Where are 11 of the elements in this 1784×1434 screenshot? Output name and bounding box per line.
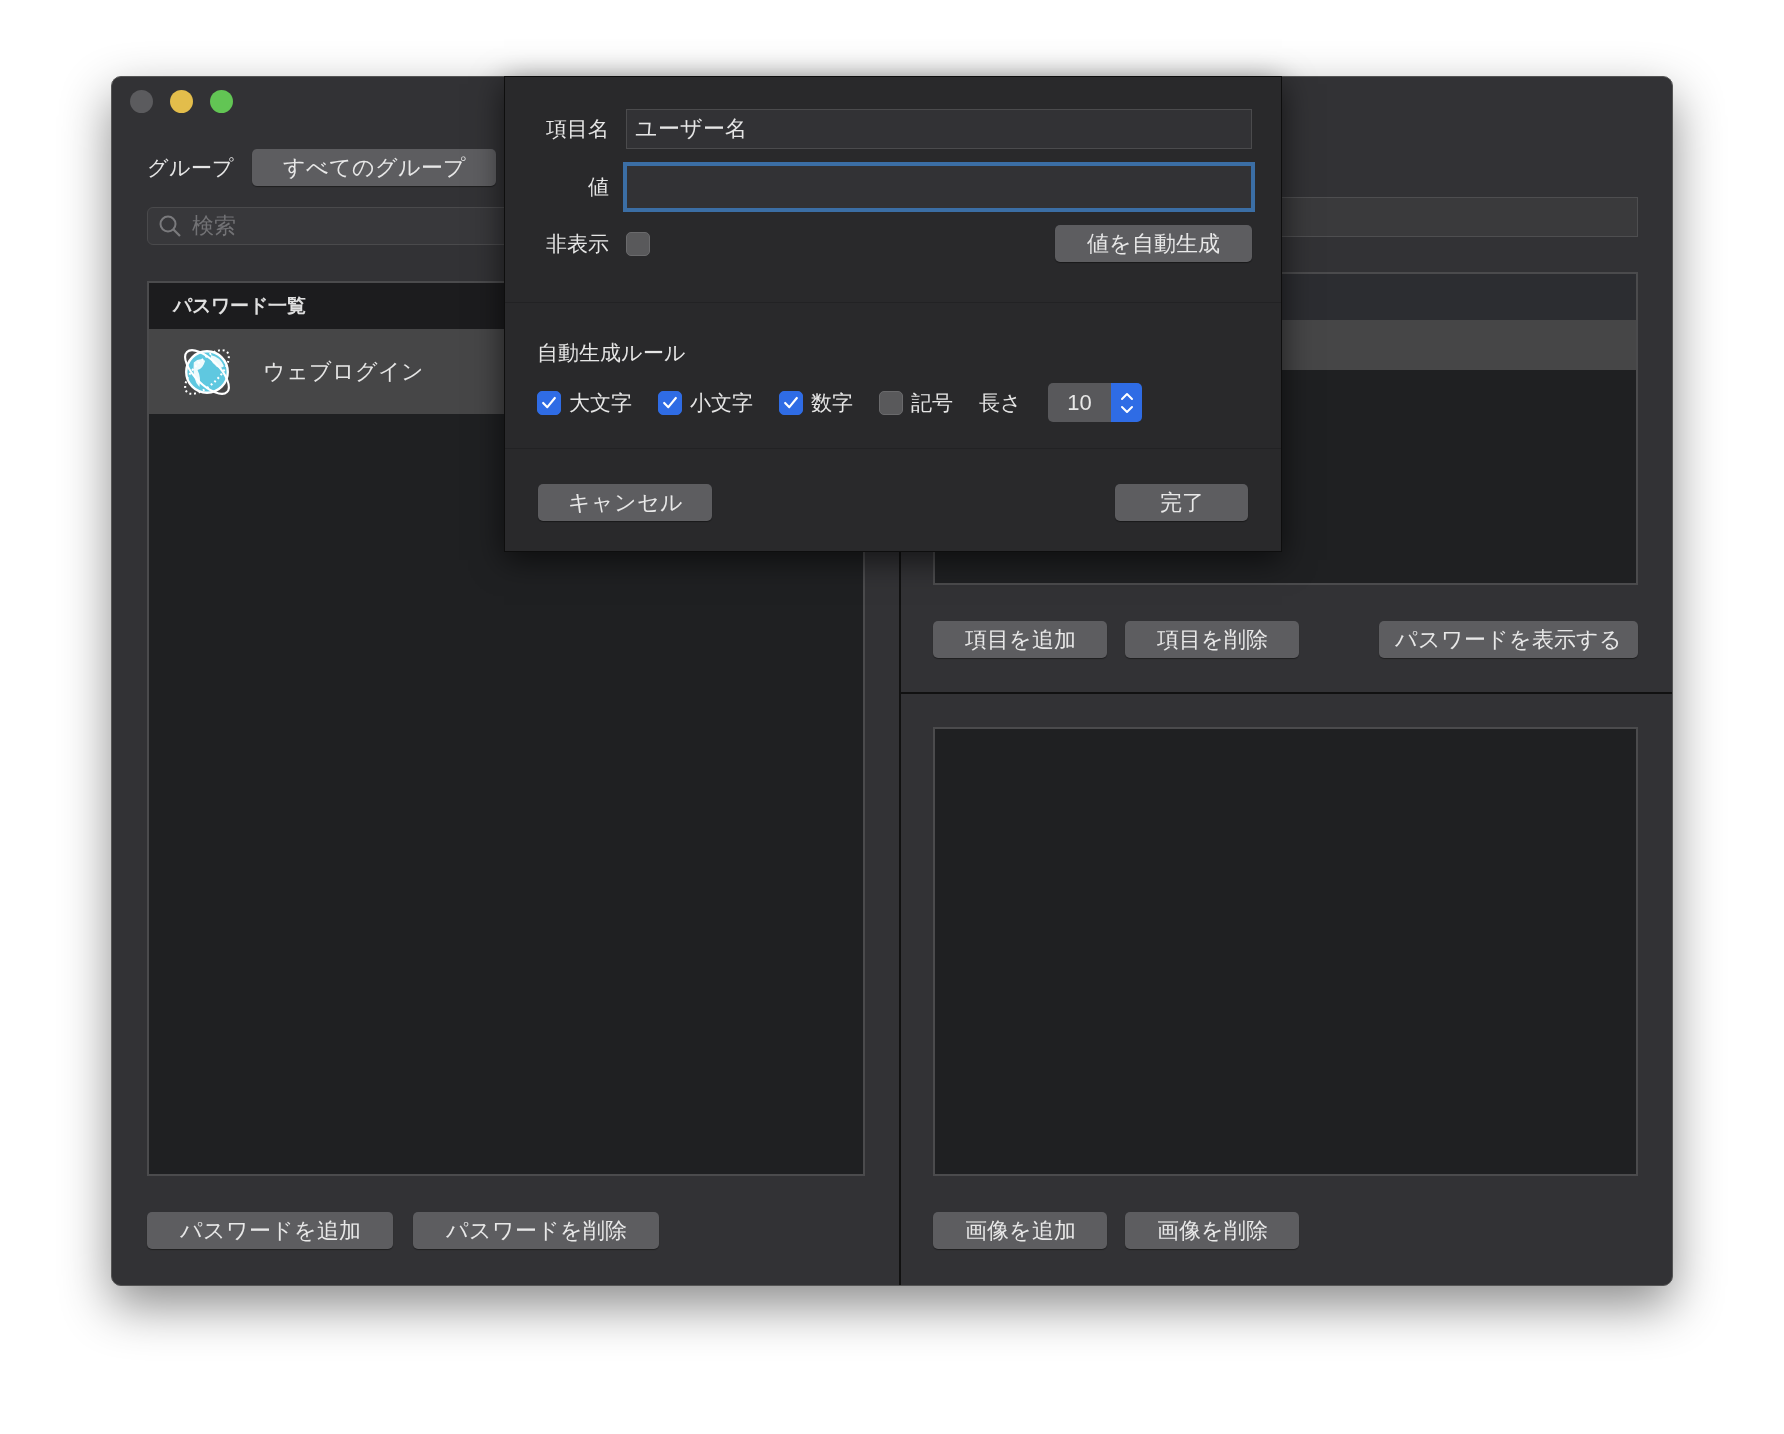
list-item-title: ウェブログイン xyxy=(263,357,424,386)
field-label: 項目名 xyxy=(545,116,609,142)
checkbox-label: 数字 xyxy=(811,389,853,416)
field-label: 値 xyxy=(587,174,609,200)
field-label: 非表示 xyxy=(545,230,609,257)
checkbox-label: 大文字 xyxy=(569,389,632,416)
group-label: グループ xyxy=(147,154,234,181)
section-title: 自動生成ルール xyxy=(537,340,687,366)
checkbox-label: 記号 xyxy=(911,389,953,416)
length-label: 長さ xyxy=(979,389,1022,416)
checkbox-label: 小文字 xyxy=(690,389,753,416)
